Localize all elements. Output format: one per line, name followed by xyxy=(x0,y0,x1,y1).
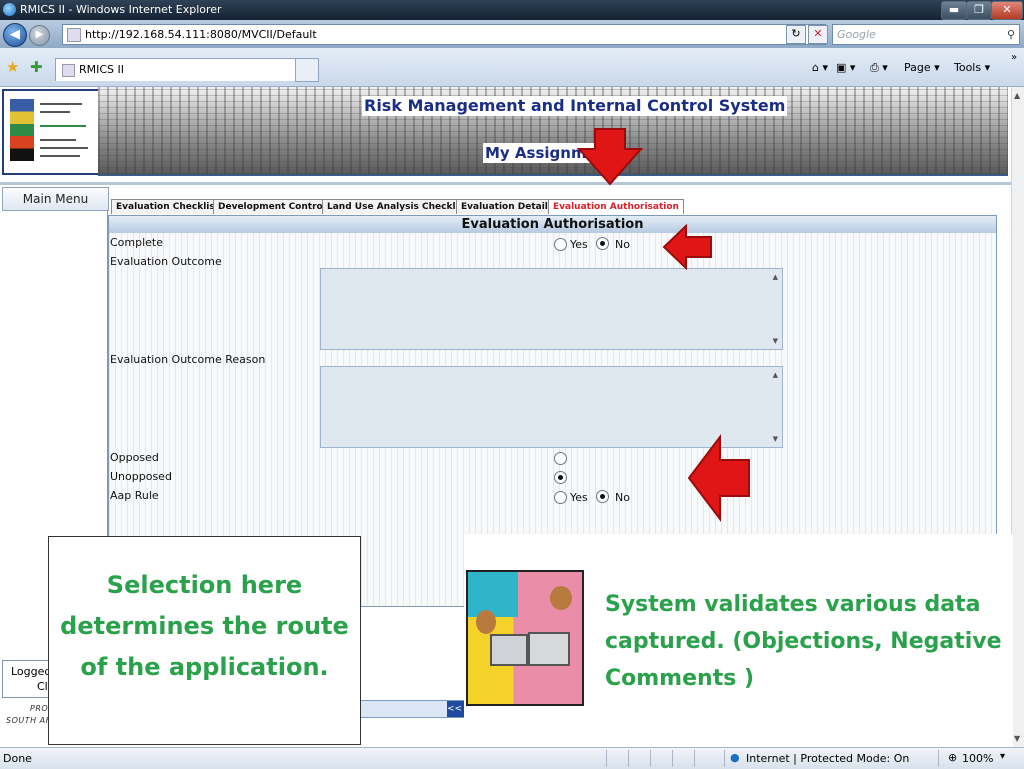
back-button[interactable]: ◀ xyxy=(3,23,27,47)
search-placeholder: Google xyxy=(837,28,876,41)
search-icon[interactable]: ⚲ xyxy=(1007,25,1015,44)
tab-evaluation-checklist[interactable]: Evaluation Checklist xyxy=(111,199,225,214)
window-title: RMICS II - Windows Internet Explorer xyxy=(20,3,222,16)
aap-rule-label: Aap Rule xyxy=(110,489,159,502)
favorites-star-icon[interactable]: ★ xyxy=(6,60,19,75)
url-text: http://192.168.54.111:8080/MVCII/Default xyxy=(85,28,317,41)
stop-button[interactable]: ✕ xyxy=(808,25,828,44)
status-text: Done xyxy=(3,752,32,765)
pager-strip: << xyxy=(352,700,466,718)
complete-yes-label: Yes xyxy=(570,238,588,251)
print-button[interactable]: ⎙ ▾ xyxy=(870,61,888,75)
tab-development-controls[interactable]: Development Controls xyxy=(213,199,337,214)
minimize-button[interactable]: ▬ xyxy=(941,1,967,20)
forward-button[interactable]: ▶ xyxy=(29,25,50,46)
scroll-up-icon[interactable]: ▲ xyxy=(773,273,778,281)
tab-land-use-analysis-checklist[interactable]: Land Use Analysis Checklist xyxy=(322,199,474,214)
zoom-level[interactable]: 100% xyxy=(962,752,993,765)
aap-no-radio[interactable] xyxy=(596,490,609,503)
scroll-up-icon[interactable]: ▲ xyxy=(773,371,778,379)
search-input[interactable]: Google ⚲ xyxy=(832,24,1020,45)
panel-title: Evaluation Authorisation xyxy=(109,216,996,233)
scroll-down-icon[interactable]: ▼ xyxy=(773,435,778,443)
computer-icon xyxy=(490,634,528,666)
complete-yes-radio[interactable] xyxy=(554,238,567,251)
chevron-overflow-icon[interactable]: » xyxy=(1011,52,1017,63)
tab-evaluation-authorisation[interactable]: Evaluation Authorisation xyxy=(548,199,684,214)
address-input[interactable]: http://192.168.54.111:8080/MVCII/Default xyxy=(62,24,826,45)
header-divider xyxy=(0,182,1011,185)
page-menu[interactable]: Page ▾ xyxy=(904,61,940,74)
browser-tab[interactable]: RMICS II xyxy=(55,58,297,81)
complete-no-radio[interactable] xyxy=(596,237,609,250)
computer-icon xyxy=(528,632,570,666)
tab-command-bar: ★ ✚ RMICS II ⌂ ▾ ▣ ▾ ⎙ ▾ Page ▾ Tools ▾ … xyxy=(0,48,1024,87)
tools-menu[interactable]: Tools ▾ xyxy=(954,61,990,74)
unopposed-radio[interactable] xyxy=(554,471,567,484)
logged-text: Logged xyxy=(11,665,52,678)
opposed-label: Opposed xyxy=(110,451,159,464)
right-annotation-text: System validates various data captured. … xyxy=(605,592,1002,691)
security-zone-text: Internet | Protected Mode: On xyxy=(746,752,910,765)
scroll-up-icon[interactable]: ▲ xyxy=(1014,91,1020,100)
tab-title: RMICS II xyxy=(79,63,125,76)
add-favorites-icon[interactable]: ✚ xyxy=(30,60,43,75)
globe-icon: ● xyxy=(730,751,740,764)
unopposed-label: Unopposed xyxy=(110,470,172,483)
aap-yes-label: Yes xyxy=(570,491,588,504)
complete-label: Complete xyxy=(110,236,164,249)
internet-explorer-icon xyxy=(3,3,16,16)
crest-icon xyxy=(10,99,34,161)
right-annotation-box: System validates various data captured. … xyxy=(593,534,1013,749)
window-title-bar: RMICS II - Windows Internet Explorer ▬ ❐… xyxy=(0,0,1024,20)
address-toolbar: ◀ ▶ http://192.168.54.111:8080/MVCII/Def… xyxy=(0,20,1024,48)
feeds-button[interactable]: ▣ ▾ xyxy=(836,61,855,74)
main-menu-button[interactable]: Main Menu xyxy=(2,187,109,211)
arrow-down-icon xyxy=(576,128,644,186)
opposed-radio[interactable] xyxy=(554,452,567,465)
arrow-left-icon xyxy=(662,224,712,270)
person-icon xyxy=(476,610,496,634)
pager-prev-button[interactable]: << xyxy=(447,701,465,717)
scroll-down-icon[interactable]: ▼ xyxy=(773,337,778,345)
left-annotation-box: Selection here determines the route of t… xyxy=(48,536,361,745)
maximize-button[interactable]: ❐ xyxy=(966,1,992,20)
zoom-menu-chevron-icon[interactable]: ▾ xyxy=(1000,751,1005,762)
aap-no-label: No xyxy=(615,491,630,504)
status-bar: Done ● Internet | Protected Mode: On ⊕ 1… xyxy=(0,747,1024,769)
evaluation-outcome-textarea[interactable]: ▲ ▼ xyxy=(320,268,783,350)
home-button[interactable]: ⌂ ▾ xyxy=(812,61,828,74)
logged-text-2: Cl xyxy=(37,680,48,693)
arrow-left-icon xyxy=(687,434,750,522)
left-annotation-text: Selection here determines the route of t… xyxy=(60,571,349,681)
evaluation-outcome-reason-label: Evaluation Outcome Reason xyxy=(110,353,266,366)
complete-no-label: No xyxy=(615,238,630,251)
scroll-down-icon[interactable]: ▼ xyxy=(1014,734,1020,743)
clipart-image xyxy=(464,534,596,734)
tab-evaluation-details[interactable]: Evaluation Details xyxy=(456,199,559,214)
tab-page-icon xyxy=(62,64,75,77)
refresh-button[interactable]: ↻ xyxy=(786,25,806,44)
clipart-frame xyxy=(466,570,584,706)
department-logo xyxy=(2,89,100,175)
system-title: Risk Management and Internal Control Sys… xyxy=(362,96,788,116)
close-button[interactable]: ✕ xyxy=(991,1,1023,20)
zoom-icon: ⊕ xyxy=(948,751,958,764)
person-icon xyxy=(550,586,572,610)
new-tab-button[interactable] xyxy=(295,58,319,82)
aap-yes-radio[interactable] xyxy=(554,491,567,504)
page-icon xyxy=(67,28,81,42)
evaluation-outcome-label: Evaluation Outcome xyxy=(110,255,222,268)
